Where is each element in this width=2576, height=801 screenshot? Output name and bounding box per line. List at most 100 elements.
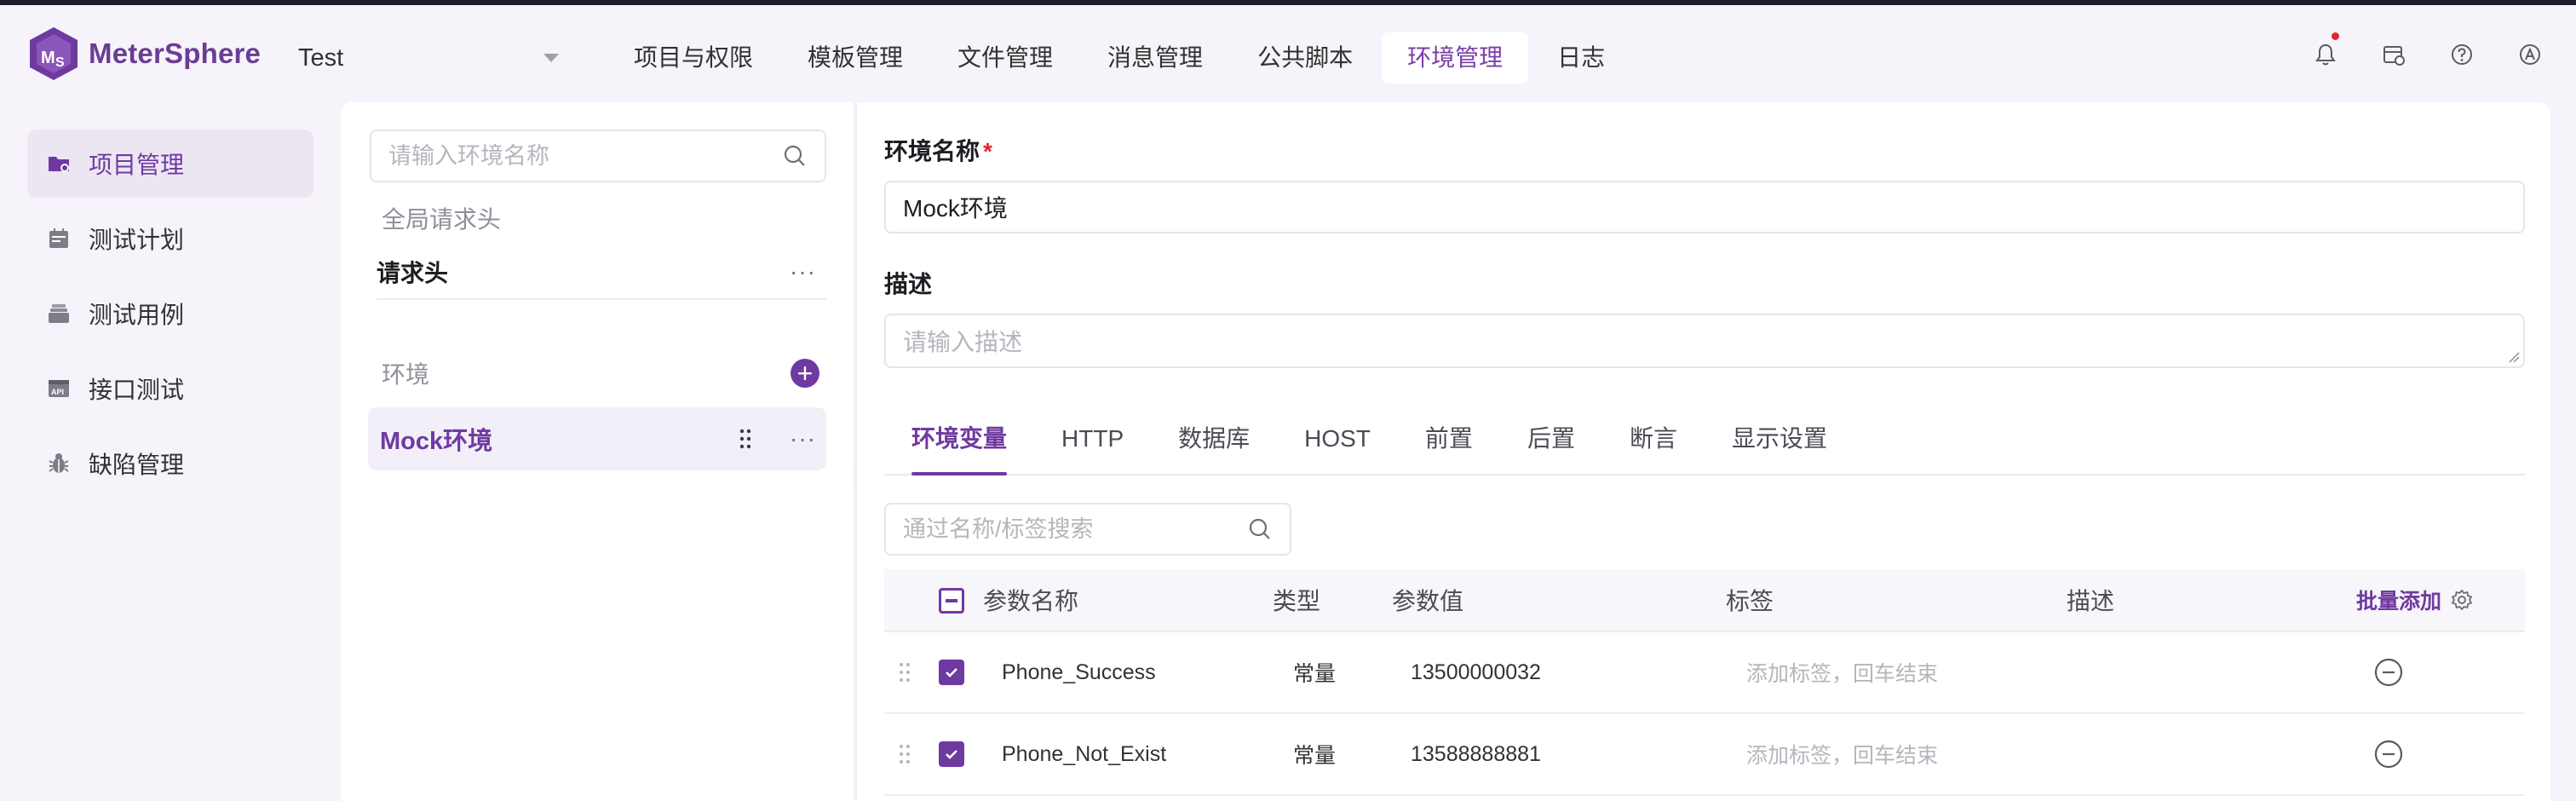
gear-icon[interactable] bbox=[2450, 588, 2474, 612]
param-name-cell[interactable]: Phone_Success bbox=[1002, 632, 1156, 712]
drag-handle-icon[interactable] bbox=[898, 743, 911, 765]
user-avatar-icon bbox=[2520, 44, 2540, 65]
config-tabs: 环境变量 HTTP 数据库 HOST 前置 后置 断言 显示设置 bbox=[884, 418, 2525, 475]
environment-group-label: 环境 bbox=[382, 361, 430, 388]
sidebar-item-label: 项目管理 bbox=[89, 152, 185, 178]
variable-search-input[interactable] bbox=[903, 516, 1247, 543]
type-cell[interactable]: 常量 bbox=[1293, 632, 1336, 712]
folder-icon bbox=[49, 157, 69, 172]
remove-row-icon[interactable] bbox=[2373, 739, 2404, 769]
env-name-label-text: 环境名称 bbox=[884, 138, 980, 164]
env-search-input[interactable] bbox=[388, 142, 782, 170]
search-icon[interactable] bbox=[1247, 516, 1273, 542]
batch-add-button[interactable]: 批量添加 bbox=[2356, 585, 2474, 615]
sidebar-item-api-test[interactable]: API 接口测试 bbox=[27, 354, 313, 423]
sidebar-item-test-case[interactable]: 测试用例 bbox=[27, 279, 313, 348]
nav-environment[interactable]: 环境管理 bbox=[1382, 32, 1529, 84]
description-field[interactable]: 请输入描述 bbox=[884, 314, 2525, 368]
table-row: Phone_Success 常量 13500000032 添加标签，回车结束 bbox=[884, 632, 2525, 714]
env-search-box[interactable] bbox=[370, 130, 826, 182]
table-header: 参数名称 类型 参数值 标签 描述 批量添加 bbox=[884, 569, 2525, 632]
more-icon[interactable]: ··· bbox=[790, 260, 826, 284]
task-calendar-icon bbox=[2383, 46, 2405, 66]
top-nav: 项目与权限 模板管理 文件管理 消息管理 公共脚本 环境管理 日志 bbox=[608, 32, 1634, 84]
variable-search-box[interactable] bbox=[884, 503, 1291, 556]
nav-public-script[interactable]: 公共脚本 bbox=[1232, 32, 1378, 84]
sidebar: 项目管理 测试计划 测试用例 API 接口测试 缺陷管理 bbox=[27, 130, 313, 504]
header-type: 类型 bbox=[1273, 588, 1321, 614]
check-icon bbox=[946, 668, 957, 677]
tab-post[interactable]: 后置 bbox=[1500, 418, 1602, 474]
header-param-value: 参数值 bbox=[1392, 588, 1464, 614]
batch-add-label: 批量添加 bbox=[2355, 590, 2441, 614]
param-value-cell[interactable]: 13588888881 bbox=[1411, 714, 1541, 794]
notification-button[interactable] bbox=[2314, 32, 2339, 66]
select-all-checkbox[interactable] bbox=[939, 588, 964, 614]
environment-item-mock[interactable]: Mock环境 ··· bbox=[368, 407, 826, 470]
param-name-cell[interactable]: Phone_Not_Exist bbox=[1002, 714, 1166, 794]
drag-handle-icon[interactable] bbox=[739, 428, 752, 450]
remove-row-icon[interactable] bbox=[2373, 657, 2404, 688]
help-button[interactable] bbox=[2450, 43, 2474, 66]
environment-item-label: Mock环境 bbox=[380, 428, 493, 455]
tab-assertion[interactable]: 断言 bbox=[1602, 418, 1705, 474]
environment-group-header: 环境 + bbox=[382, 351, 825, 395]
env-name-label: 环境名称 * bbox=[884, 133, 992, 167]
tab-host[interactable]: HOST bbox=[1277, 418, 1398, 474]
tab-pre[interactable]: 前置 bbox=[1398, 418, 1500, 474]
param-value-cell[interactable]: 13500000032 bbox=[1411, 632, 1541, 712]
more-icon[interactable]: ··· bbox=[790, 427, 826, 451]
header-tag: 标签 bbox=[1726, 588, 1774, 614]
user-menu-button[interactable] bbox=[2518, 43, 2542, 66]
tab-env-variables[interactable]: 环境变量 bbox=[884, 418, 1034, 475]
help-icon bbox=[2452, 44, 2472, 65]
tag-input-cell[interactable]: 添加标签，回车结束 bbox=[1746, 714, 1938, 794]
nav-file[interactable]: 文件管理 bbox=[932, 32, 1078, 84]
calendar-icon bbox=[49, 228, 68, 248]
check-icon bbox=[946, 750, 957, 759]
nav-project-permission[interactable]: 项目与权限 bbox=[608, 32, 779, 84]
sidebar-item-project[interactable]: 项目管理 bbox=[27, 130, 313, 198]
request-header-label: 请求头 bbox=[377, 260, 449, 286]
tag-input-cell[interactable]: 添加标签，回车结束 bbox=[1746, 632, 1938, 712]
request-header-item[interactable]: 请求头 ··· bbox=[377, 245, 826, 300]
env-name-field[interactable]: Mock环境 bbox=[884, 181, 2525, 233]
svg-text:M: M bbox=[41, 49, 55, 67]
svg-text:S: S bbox=[55, 55, 65, 70]
project-name: Test bbox=[298, 43, 344, 72]
nav-log[interactable]: 日志 bbox=[1532, 32, 1630, 84]
header-param-name: 参数名称 bbox=[983, 588, 1079, 614]
svg-text:API: API bbox=[51, 388, 64, 396]
task-center-button[interactable] bbox=[2382, 43, 2406, 66]
stack-icon bbox=[49, 304, 69, 323]
brand-name: MeterSphere bbox=[89, 37, 262, 69]
header-description: 描述 bbox=[2067, 588, 2115, 614]
row-checkbox[interactable] bbox=[939, 741, 964, 767]
api-icon: API bbox=[49, 380, 69, 397]
notification-dot bbox=[2332, 32, 2339, 40]
variables-table: 参数名称 类型 参数值 标签 描述 批量添加 Phone_Success 常量 … bbox=[884, 569, 2525, 796]
nav-message[interactable]: 消息管理 bbox=[1082, 32, 1228, 84]
env-name-value: Mock环境 bbox=[903, 195, 1008, 222]
required-mark: * bbox=[983, 138, 992, 164]
tab-display-settings[interactable]: 显示设置 bbox=[1705, 418, 1854, 474]
nav-template[interactable]: 模板管理 bbox=[782, 32, 929, 84]
bug-icon bbox=[49, 453, 69, 473]
top-header: M S MeterSphere Test 项目与权限 模板管理 文件管理 消息管… bbox=[0, 5, 2576, 104]
row-checkbox[interactable] bbox=[939, 660, 964, 685]
tab-database[interactable]: 数据库 bbox=[1151, 418, 1277, 474]
sidebar-item-label: 缺陷管理 bbox=[89, 452, 185, 478]
add-environment-button[interactable]: + bbox=[791, 359, 819, 388]
tab-http[interactable]: HTTP bbox=[1034, 418, 1151, 474]
type-cell[interactable]: 常量 bbox=[1293, 714, 1336, 794]
sidebar-item-test-plan[interactable]: 测试计划 bbox=[27, 205, 313, 273]
resize-handle-icon[interactable] bbox=[2508, 351, 2520, 363]
project-selector[interactable]: Test bbox=[298, 39, 562, 77]
drag-handle-icon[interactable] bbox=[898, 661, 911, 683]
table-row: Phone_Not_Exist 常量 13588888881 添加标签，回车结束 bbox=[884, 714, 2525, 796]
brand-logo[interactable]: M S MeterSphere bbox=[27, 26, 261, 82]
header-actions bbox=[2314, 32, 2542, 66]
sidebar-item-bug[interactable]: 缺陷管理 bbox=[27, 429, 313, 498]
metersphere-logo-icon: M S bbox=[30, 27, 78, 80]
search-icon[interactable] bbox=[782, 143, 808, 169]
